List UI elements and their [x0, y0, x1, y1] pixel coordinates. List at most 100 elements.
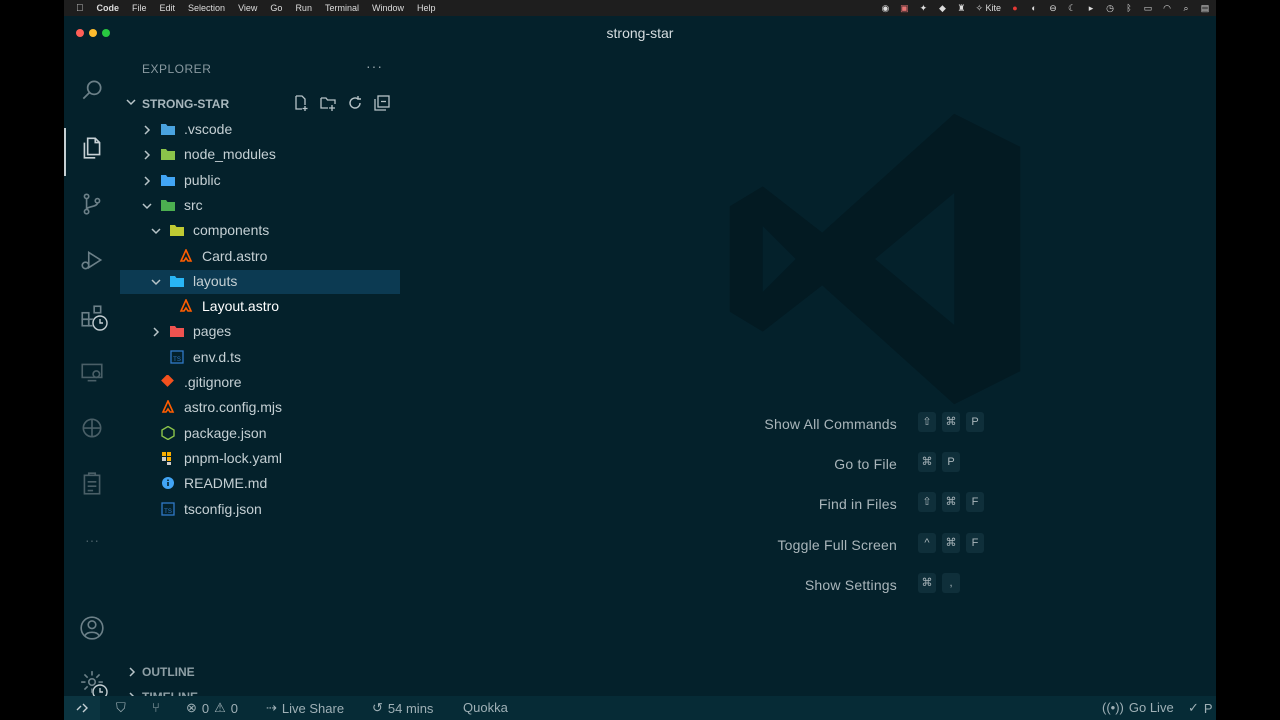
apple-icon[interactable]: : [76, 3, 84, 14]
tree-item[interactable]: astro.config.mjs: [120, 396, 400, 420]
shortcut-command[interactable]: Toggle Full Screen ^ ⌘ F: [576, 533, 1216, 557]
go-live-button[interactable]: ((•)) Go Live: [1102, 700, 1174, 715]
live-share-button[interactable]: ⇢ Live Share: [266, 700, 344, 716]
outline-section[interactable]: OUTLINE: [120, 660, 400, 684]
menu-go[interactable]: Go: [270, 3, 282, 13]
tree-item[interactable]: TS tsconfig.json: [120, 498, 400, 522]
tree-item[interactable]: Card.astro: [120, 245, 400, 269]
shortcut-label: Show All Commands: [764, 416, 897, 432]
tsconfig-icon: TS: [160, 501, 176, 516]
tray-app-icon[interactable]: ▣: [899, 3, 909, 13]
folder-src-icon: [160, 198, 176, 212]
tree-item[interactable]: .vscode: [120, 118, 400, 142]
tray-app-icon[interactable]: ◐: [1029, 3, 1039, 13]
collapse-all-icon[interactable]: [373, 94, 391, 112]
tree-item-label: .vscode: [184, 121, 233, 137]
tree-item[interactable]: components: [120, 219, 400, 243]
time-tracker[interactable]: ↺ 54 mins: [372, 700, 433, 716]
chevron-down-icon: [140, 199, 154, 213]
wifi-icon[interactable]: ◠: [1162, 3, 1172, 13]
key-cap: ⌘: [918, 452, 936, 472]
new-file-icon[interactable]: [292, 94, 310, 112]
tree-item[interactable]: pnpm-lock.yaml: [120, 447, 400, 471]
new-folder-icon[interactable]: [319, 94, 337, 112]
prettier-label: P: [1203, 700, 1213, 716]
search-icon[interactable]: [78, 76, 106, 104]
tray-app-icon[interactable]: ◉: [880, 3, 890, 13]
keybinding: ^ ⌘ F: [918, 533, 984, 553]
tree-item[interactable]: pages: [120, 320, 400, 344]
tree-item[interactable]: package.json: [120, 422, 400, 446]
tree-item[interactable]: Layout.astro: [120, 295, 400, 319]
moon-icon[interactable]: ☾: [1067, 3, 1077, 13]
tray-app-icon[interactable]: ▭: [1143, 3, 1153, 13]
problems-indicator[interactable]: ⊗ 0 ⚠ 0: [186, 700, 238, 716]
project-name: STRONG-STAR: [142, 97, 230, 111]
tray-app-icon[interactable]: ✦: [918, 3, 928, 13]
menu-file[interactable]: File: [132, 3, 147, 13]
menu-window[interactable]: Window: [372, 3, 404, 13]
tray-kite[interactable]: ✧ Kite: [975, 3, 1001, 14]
explorer-files-icon[interactable]: [78, 134, 106, 162]
refresh-icon[interactable]: [346, 94, 364, 112]
menu-help[interactable]: Help: [417, 3, 436, 13]
more-actions-icon[interactable]: ···: [366, 58, 383, 74]
tray-app-icon[interactable]: ♜: [956, 3, 966, 13]
chevron-down-icon: [149, 275, 163, 289]
tree-item[interactable]: .gitignore: [120, 371, 400, 395]
shortcut-command[interactable]: Show Settings ⌘,: [576, 573, 1216, 597]
more-views-icon[interactable]: ···: [78, 526, 106, 554]
chevron-down-icon: [149, 224, 163, 238]
source-control-icon[interactable]: [78, 190, 106, 218]
tree-item[interactable]: src: [120, 194, 400, 218]
control-center-icon[interactable]: ▤: [1200, 3, 1210, 13]
quokka-button[interactable]: Quokka: [463, 700, 508, 715]
menu-view[interactable]: View: [238, 3, 257, 13]
git-graph-icon[interactable]: ⑂: [152, 700, 160, 715]
menu-app-name[interactable]: Code: [97, 3, 120, 13]
project-folder-header[interactable]: STRONG-STAR: [120, 94, 400, 116]
astro-file-icon: [178, 298, 194, 313]
account-icon[interactable]: [78, 614, 106, 642]
spotlight-icon[interactable]: ⌕: [1181, 3, 1191, 13]
time-label: 54 mins: [387, 700, 434, 716]
shortcut-label: Show Settings: [804, 577, 897, 593]
tree-item[interactable]: public: [120, 169, 400, 193]
shortcut-command[interactable]: Find in Files ⇧ ⌘ F: [576, 492, 1216, 516]
folder-components-icon: [169, 223, 185, 237]
tree-item[interactable]: layouts: [120, 269, 400, 294]
shield-icon[interactable]: ⛉: [116, 700, 126, 716]
tray-app-icon[interactable]: ⊖: [1048, 3, 1058, 13]
tree-item[interactable]: TS env.d.ts: [120, 346, 400, 370]
tray-app-icon[interactable]: ◆: [937, 3, 947, 13]
tree-item-label: public: [184, 171, 221, 188]
tree-item-label: src: [184, 196, 203, 213]
active-indicator: [64, 128, 66, 176]
menu-run[interactable]: Run: [295, 3, 312, 13]
shortcut-command[interactable]: Show All Commands ⇧ ⌘ P: [576, 412, 1216, 436]
menu-terminal[interactable]: Terminal: [325, 3, 359, 13]
tree-item[interactable]: node_modules: [120, 143, 400, 167]
clipboard-icon[interactable]: [78, 470, 106, 498]
menu-selection[interactable]: Selection: [188, 3, 225, 13]
remote-explorer-icon[interactable]: [78, 358, 106, 386]
tree-item[interactable]: README.md: [120, 472, 400, 496]
tray-kite-label: Kite: [985, 2, 1001, 13]
play-icon[interactable]: ▸: [1086, 3, 1096, 13]
warning-count: 0: [230, 700, 239, 716]
tray-app-icon[interactable]: ●: [1010, 3, 1020, 13]
prettier-indicator[interactable]: ✓ P: [1188, 700, 1213, 716]
menu-edit[interactable]: Edit: [160, 3, 176, 13]
clock-icon[interactable]: ◷: [1105, 3, 1115, 13]
nodejs-icon: [160, 425, 176, 440]
remote-indicator-icon[interactable]: [64, 696, 100, 720]
outline-label: OUTLINE: [142, 665, 195, 679]
debug-target-icon[interactable]: [78, 414, 106, 442]
bluetooth-icon[interactable]: ᛒ: [1124, 3, 1134, 13]
quokka-label: Quokka: [463, 700, 508, 715]
keybinding: ⇧ ⌘ F: [918, 492, 984, 512]
shortcut-command[interactable]: Go to File ⌘ P: [576, 452, 1216, 476]
info-icon: [160, 476, 176, 490]
tree-item-label: pnpm-lock.yaml: [184, 449, 283, 466]
run-debug-icon[interactable]: [78, 246, 106, 274]
